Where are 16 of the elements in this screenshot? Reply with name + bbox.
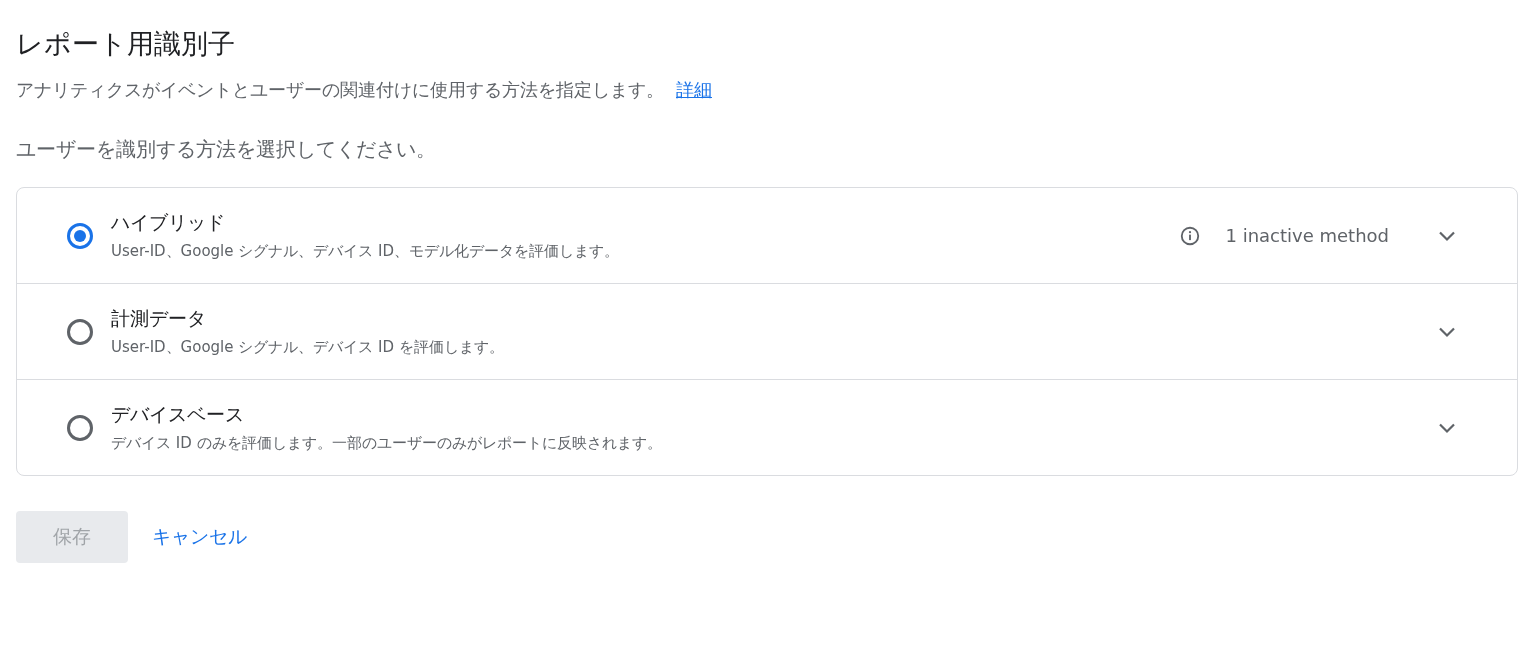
- option-description: User-ID、Google シグナル、デバイス ID、モデル化データを評価します。: [111, 242, 621, 261]
- option-label: ハイブリッド: [111, 210, 226, 235]
- option-label: 計測データ: [111, 306, 207, 331]
- radio-button[interactable]: [67, 222, 93, 249]
- radio-button[interactable]: [67, 318, 93, 345]
- cancel-button[interactable]: キャンセル: [152, 524, 247, 550]
- option-label: デバイスベース: [111, 402, 245, 427]
- option-description: User-ID、Google シグナル、デバイス ID を評価します。: [111, 338, 505, 357]
- info-icon: [1179, 224, 1202, 247]
- details-link[interactable]: 詳細: [676, 78, 712, 102]
- radio-button[interactable]: [67, 414, 93, 441]
- option-description: デバイス ID のみを評価します。一部のユーザーのみがレポートに反映されます。: [111, 434, 663, 453]
- description-text: アナリティクスがイベントとユーザーの関連付けに使用する方法を指定します。: [16, 78, 664, 102]
- inactive-method-note: 1 inactive method: [1225, 225, 1389, 246]
- page-title: レポート用識別子: [16, 27, 236, 61]
- prompt-text: ユーザーを識別する方法を選択してください。: [16, 136, 437, 163]
